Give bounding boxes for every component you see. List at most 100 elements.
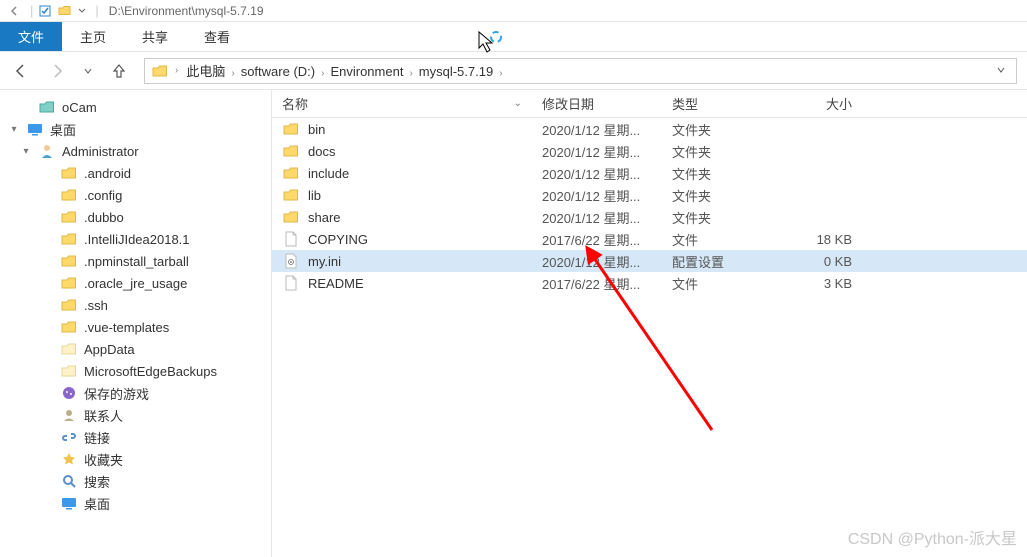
file-name-cell: lib [272, 186, 532, 204]
ribbon-tab[interactable]: 主页 [62, 22, 124, 51]
ribbon-tab[interactable]: 文件 [0, 22, 62, 51]
file-name-cell: share [272, 208, 532, 226]
window-title: D:\Environment\mysql-5.7.19 [109, 4, 264, 18]
tree-item-label: .ssh [84, 298, 108, 313]
file-date-cell: 2020/1/12 星期... [532, 186, 662, 205]
tree-item[interactable]: .oracle_jre_usage [0, 272, 271, 294]
chevron-down-icon[interactable] [77, 3, 87, 19]
back-small-icon[interactable] [6, 3, 22, 19]
tree-item-label: 桌面 [84, 494, 110, 513]
column-size-header[interactable]: 大小 [772, 94, 862, 113]
file-type-cell: 文件 [662, 274, 772, 293]
folder-icon [151, 62, 169, 80]
tree-item[interactable]: 保存的游戏 [0, 382, 271, 404]
tree-item[interactable]: .npminstall_tarball [0, 250, 271, 272]
file-size-cell: 0 KB [772, 254, 862, 269]
breadcrumb-dropdown-icon[interactable] [996, 63, 1010, 78]
tree-item-label: 链接 [84, 428, 110, 447]
desktop-icon [26, 120, 44, 138]
search-icon [60, 472, 78, 490]
folder-icon [60, 274, 78, 292]
file-row[interactable]: my.ini2020/1/12 星期...配置设置0 KB [272, 250, 1027, 272]
breadcrumb-segment[interactable]: mysql-5.7.19 [413, 64, 499, 79]
chevron-right-icon[interactable]: › [175, 65, 178, 76]
file-name-label: docs [308, 144, 335, 159]
folder-icon [60, 252, 78, 270]
column-name-header[interactable]: 名称 ⌄ [272, 94, 532, 113]
file-row[interactable]: share2020/1/12 星期...文件夹 [272, 206, 1027, 228]
folder-icon [60, 186, 78, 204]
breadcrumb-segment[interactable]: 此电脑 [180, 64, 231, 79]
file-row[interactable]: bin 2020/1/12 星期...文件夹 [272, 118, 1027, 140]
tree-item[interactable]: ▾桌面 [0, 118, 271, 140]
tree-item[interactable]: .dubbo [0, 206, 271, 228]
file-type-cell: 配置设置 [662, 252, 772, 271]
chevron-right-icon[interactable]: › [499, 68, 502, 79]
file-type-cell: 文件夹 [662, 142, 772, 161]
folder-icon [60, 230, 78, 248]
nav-history-chevron-icon[interactable] [82, 60, 94, 82]
ribbon-tab[interactable]: 共享 [124, 22, 186, 51]
file-row[interactable]: lib2020/1/12 星期...文件夹 [272, 184, 1027, 206]
file-size-cell: 3 KB [772, 276, 862, 291]
file-name-label: README [308, 276, 364, 291]
file-row[interactable]: README2017/6/22 星期...文件3 KB [272, 272, 1027, 294]
breadcrumb-segment[interactable]: software (D:) [235, 64, 321, 79]
nav-forward-button[interactable] [46, 60, 68, 82]
tree-twisty-icon[interactable]: ▾ [20, 146, 32, 157]
sidebar-tree[interactable]: oCam▾桌面▾Administrator.android.config.dub… [0, 90, 272, 557]
column-type-header[interactable]: 类型 [662, 94, 772, 113]
file-row[interactable]: COPYING2017/6/22 星期...文件18 KB [272, 228, 1027, 250]
file-name-cell: my.ini [272, 252, 532, 270]
main-area: oCam▾桌面▾Administrator.android.config.dub… [0, 90, 1027, 557]
file-name-label: include [308, 166, 349, 181]
ribbon-tabs: 文件主页共享查看 [0, 22, 1027, 52]
folder-small-icon[interactable] [57, 3, 73, 19]
folder-teal-icon [38, 98, 56, 116]
tree-item[interactable]: .vue-templates [0, 316, 271, 338]
tree-item-label: oCam [62, 100, 97, 115]
file-row[interactable]: docs2020/1/12 星期...文件夹 [272, 140, 1027, 162]
tree-item-label: 联系人 [84, 406, 123, 425]
nav-up-button[interactable] [108, 60, 130, 82]
sort-indicator-icon: ⌄ [514, 98, 522, 109]
file-name-label: share [308, 210, 341, 225]
tree-item[interactable]: 联系人 [0, 404, 271, 426]
file-type-cell: 文件夹 [662, 120, 772, 139]
file-date-cell: 2020/1/12 星期... [532, 120, 662, 139]
separator: | [95, 3, 98, 18]
breadcrumb-segment[interactable]: Environment [324, 64, 409, 79]
ribbon-tab[interactable]: 查看 [186, 22, 248, 51]
tree-item[interactable]: oCam [0, 96, 271, 118]
column-name-label: 名称 [282, 94, 308, 113]
tree-item[interactable]: AppData [0, 338, 271, 360]
checkbox-icon[interactable] [37, 3, 53, 19]
ini-icon [282, 252, 300, 270]
tree-item[interactable]: .ssh [0, 294, 271, 316]
nav-back-button[interactable] [10, 60, 32, 82]
tree-item-label: .vue-templates [84, 320, 169, 335]
tree-item[interactable]: MicrosoftEdgeBackups [0, 360, 271, 382]
file-name-label: lib [308, 188, 321, 203]
tree-item[interactable]: 搜索 [0, 470, 271, 492]
tree-item-label: .config [84, 188, 122, 203]
file-name-label: bin [308, 122, 325, 137]
tree-item[interactable]: 收藏夹 [0, 448, 271, 470]
title-bar: | | D:\Environment\mysql-5.7.19 [0, 0, 1027, 22]
tree-item[interactable]: 链接 [0, 426, 271, 448]
user-icon [38, 142, 56, 160]
folder-icon [282, 164, 300, 182]
breadcrumb[interactable]: › 此电脑›software (D:)›Environment›mysql-5.… [144, 58, 1017, 84]
file-type-cell: 文件 [662, 230, 772, 249]
tree-item-label: 保存的游戏 [84, 384, 149, 403]
column-headers[interactable]: 名称 ⌄ 修改日期 类型 大小 [272, 90, 1027, 118]
column-date-header[interactable]: 修改日期 [532, 94, 662, 113]
tree-item[interactable]: .android [0, 162, 271, 184]
tree-twisty-icon[interactable]: ▾ [8, 124, 20, 135]
file-row[interactable]: include2020/1/12 星期...文件夹 [272, 162, 1027, 184]
file-date-cell: 2020/1/12 星期... [532, 208, 662, 227]
tree-item[interactable]: 桌面 [0, 492, 271, 514]
tree-item[interactable]: .config [0, 184, 271, 206]
tree-item[interactable]: .IntelliJIdea2018.1 [0, 228, 271, 250]
tree-item[interactable]: ▾Administrator [0, 140, 271, 162]
